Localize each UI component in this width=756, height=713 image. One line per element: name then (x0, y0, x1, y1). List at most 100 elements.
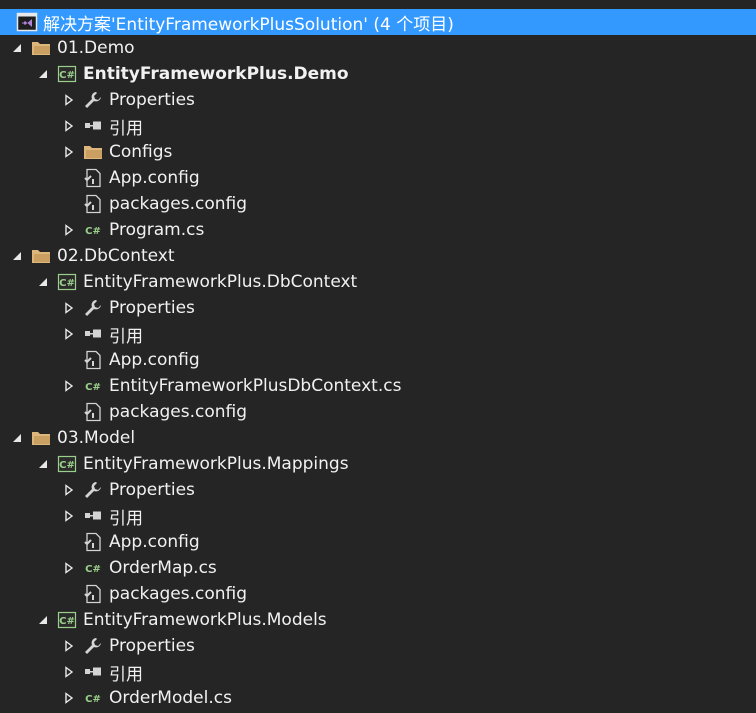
csharp-project-icon: C# (56, 453, 78, 475)
collapsed-arrow-icon[interactable] (62, 691, 76, 705)
collapsed-arrow-icon[interactable] (62, 509, 76, 523)
tree-item-label: Properties (109, 90, 195, 110)
tree-item-properties[interactable]: Properties (0, 87, 756, 113)
toggle-spacer (62, 535, 76, 549)
tree-item-entityframeworkplus-dbcontext[interactable]: C# EntityFrameworkPlus.DbContext (0, 269, 756, 295)
folder-icon (30, 37, 52, 59)
tree-item-label: 引用 (109, 664, 143, 685)
tree-item-label: Properties (109, 480, 195, 500)
solution-label: 解决方案'EntityFrameworkPlusSolution' (4 个项目… (43, 14, 454, 35)
collapsed-arrow-icon[interactable] (62, 327, 76, 341)
tree-item-label: OrderMap.cs (109, 558, 217, 578)
solution-node[interactable]: 解决方案'EntityFrameworkPlusSolution' (4 个项目… (0, 9, 756, 35)
config-file-icon (82, 167, 104, 189)
tree-item-label: packages.config (109, 584, 248, 604)
toggle-spacer (62, 587, 76, 601)
tree-item-label: 引用 (109, 326, 143, 347)
toggle-spacer (62, 197, 76, 211)
tree-item-app-config[interactable]: App.config (0, 165, 756, 191)
svg-text:C#: C# (59, 460, 75, 471)
tree-item-label: App.config (109, 168, 200, 188)
csharp-file-icon: C# (82, 687, 104, 709)
tree-item-packages-config[interactable]: packages.config (0, 191, 756, 217)
tree-item-label: App.config (109, 350, 200, 370)
tree-item-label: App.config (109, 532, 200, 552)
folder-icon (30, 245, 52, 267)
tree-item-entityframeworkplus-demo[interactable]: C# EntityFrameworkPlus.Demo (0, 61, 756, 87)
tree-item-properties[interactable]: Properties (0, 633, 756, 659)
tree-item-label: packages.config (109, 194, 248, 214)
tree-item-label: 03.Model (57, 428, 136, 448)
tree-item-01-demo[interactable]: 01.Demo (0, 35, 756, 61)
tree-item-packages-config[interactable]: packages.config (0, 399, 756, 425)
expanded-arrow-icon[interactable] (36, 67, 50, 81)
csharp-project-icon: C# (56, 609, 78, 631)
csharp-file-icon: C# (82, 219, 104, 241)
tree-item-ordermodel-cs[interactable]: C# OrderModel.cs (0, 685, 756, 711)
tree-item-label: Configs (109, 142, 173, 162)
folder-icon (82, 141, 104, 163)
references-icon (82, 661, 104, 683)
tree-item-properties[interactable]: Properties (0, 477, 756, 503)
csharp-project-icon: C# (56, 63, 78, 85)
tree-item-references[interactable]: 引用 (0, 321, 756, 347)
expanded-arrow-icon[interactable] (10, 249, 24, 263)
collapsed-arrow-icon[interactable] (62, 561, 76, 575)
references-icon (82, 115, 104, 137)
solution-icon (16, 11, 38, 33)
tree-item-label: EntityFrameworkPlusDbContext.cs (109, 376, 402, 396)
tree-item-label: packages.config (109, 402, 248, 422)
tree-item-packages-config[interactable]: packages.config (0, 581, 756, 607)
tree-item-references[interactable]: 引用 (0, 113, 756, 139)
tree-item-label: EntityFrameworkPlus.DbContext (83, 272, 358, 292)
tree-item-entityframeworkplusdbcontext-cs[interactable]: C# EntityFrameworkPlusDbContext.cs (0, 373, 756, 399)
tree-item-label: Properties (109, 636, 195, 656)
svg-text:C#: C# (59, 70, 75, 81)
csharp-file-icon: C# (82, 375, 104, 397)
config-file-icon (82, 349, 104, 371)
tree-item-02-dbcontext[interactable]: 02.DbContext (0, 243, 756, 269)
collapsed-arrow-icon[interactable] (62, 665, 76, 679)
tree-item-label: EntityFrameworkPlus.Demo (83, 64, 349, 84)
wrench-icon (82, 297, 104, 319)
tree-item-references[interactable]: 引用 (0, 659, 756, 685)
tree-item-03-model[interactable]: 03.Model (0, 425, 756, 451)
tree-item-entityframeworkplus-models[interactable]: C# EntityFrameworkPlus.Models (0, 607, 756, 633)
expanded-arrow-icon[interactable] (10, 431, 24, 445)
solution-explorer-tree: 解决方案'EntityFrameworkPlusSolution' (4 个项目… (0, 0, 756, 713)
config-file-icon (82, 401, 104, 423)
svg-text:C#: C# (85, 226, 101, 237)
collapsed-arrow-icon[interactable] (62, 379, 76, 393)
collapsed-arrow-icon[interactable] (62, 93, 76, 107)
svg-text:C#: C# (85, 564, 101, 575)
tree-item-properties[interactable]: Properties (0, 295, 756, 321)
tree-item-label: OrderModel.cs (109, 688, 232, 708)
tree-item-app-config[interactable]: App.config (0, 529, 756, 555)
wrench-icon (82, 89, 104, 111)
folder-icon (30, 427, 52, 449)
wrench-icon (82, 479, 104, 501)
collapsed-arrow-icon[interactable] (62, 145, 76, 159)
collapsed-arrow-icon[interactable] (62, 301, 76, 315)
expanded-arrow-icon[interactable] (10, 41, 24, 55)
tree-item-label: EntityFrameworkPlus.Mappings (83, 454, 349, 474)
collapsed-arrow-icon[interactable] (62, 483, 76, 497)
expanded-arrow-icon[interactable] (36, 613, 50, 627)
toggle-spacer (62, 405, 76, 419)
tree-item-program-cs[interactable]: C# Program.cs (0, 217, 756, 243)
tree-item-references[interactable]: 引用 (0, 503, 756, 529)
collapsed-arrow-icon[interactable] (62, 119, 76, 133)
expanded-arrow-icon[interactable] (36, 457, 50, 471)
tree-item-ordermap-cs[interactable]: C# OrderMap.cs (0, 555, 756, 581)
expanded-arrow-icon[interactable] (36, 275, 50, 289)
tree-item-label: Program.cs (109, 220, 205, 240)
tree-item-app-config[interactable]: App.config (0, 347, 756, 373)
tree-item-label: EntityFrameworkPlus.Models (83, 610, 327, 630)
tree-item-label: 引用 (109, 118, 143, 139)
svg-text:C#: C# (85, 694, 101, 705)
references-icon (82, 323, 104, 345)
tree-item-entityframeworkplus-mappings[interactable]: C# EntityFrameworkPlus.Mappings (0, 451, 756, 477)
tree-item-configs[interactable]: Configs (0, 139, 756, 165)
collapsed-arrow-icon[interactable] (62, 223, 76, 237)
collapsed-arrow-icon[interactable] (62, 639, 76, 653)
